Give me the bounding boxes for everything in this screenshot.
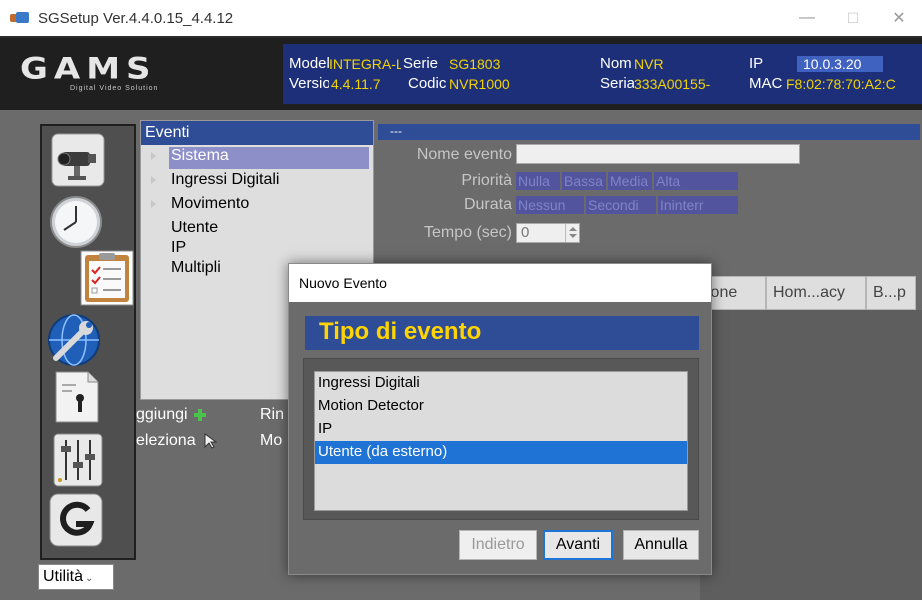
mac-value: F8:02:78:70:A2:C [786,76,896,92]
model-label: Model [289,55,329,72]
priority-label: Priorità [461,172,512,189]
list-item-utente-esterno[interactable]: Utente (da esterno) [315,441,687,464]
nome-label: Nom [600,55,632,72]
cursor-arrow-icon [204,432,218,449]
power-g-icon[interactable] [48,492,104,548]
dialog-title: Nuovo Evento [289,264,711,302]
version-label: Versio [289,75,329,92]
duration-option-nessun[interactable]: Nessun [516,196,584,214]
events-actions: ggiungi Rin eleziona Mo [136,404,296,464]
add-label: ggiungi [136,406,188,423]
plus-icon [193,408,206,421]
priority-option-media[interactable]: Media [608,172,652,190]
expand-arrow-icon[interactable] [151,152,156,160]
mixer-icon[interactable] [50,432,106,488]
app-icon [10,11,30,25]
nome-value: NVR [634,56,664,72]
clock-icon[interactable] [48,194,104,250]
version-value: 4.4.11.7 [331,76,381,92]
ip-label: IP [749,55,764,72]
seriale-label: Seria [600,75,634,92]
window-title: SGSetup Ver.4.4.0.15_4.4.12 [38,9,234,27]
serie-label: Serie [403,55,439,72]
chevron-down-icon: ⌄ [85,573,94,584]
document-icon[interactable] [48,368,104,424]
events-tree-header: Eventi [141,121,373,145]
app-header: GAMS Digital Video Solution Model INTEGR… [0,36,922,110]
time-value: 0 [521,224,530,241]
mac-label: MAC [749,75,783,92]
detail-header: --- [378,124,920,140]
priority-option-nulla[interactable]: Nulla [516,172,560,190]
tree-item-movimento[interactable]: Movimento [141,193,373,217]
tree-item-sistema[interactable]: Sistema [141,145,373,169]
expand-arrow-icon[interactable] [151,200,156,208]
logo-tagline: Digital Video Solution [70,85,159,92]
tree-item-label: Multipli [171,259,221,276]
clipboard-icon[interactable] [80,250,134,306]
maximize-button[interactable]: ☐ [830,0,876,36]
event-type-list[interactable]: Ingressi Digitali Motion Detector IP Ute… [314,371,688,511]
list-item-ip[interactable]: IP [315,418,687,441]
codice-value: NVR1000 [449,76,510,92]
main-toolbar [40,124,136,560]
tree-item-label: Sistema [171,147,229,164]
window-controls: — ☐ ✕ [784,0,922,36]
gams-logo: GAMS Digital Video Solution [20,54,210,96]
tree-item-ingressi-digitali[interactable]: Ingressi Digitali [141,169,373,193]
new-event-dialog: Nuovo Evento Tipo di evento Ingressi Dig… [288,263,712,575]
tab-homeautomation[interactable]: Hom...acy [766,276,866,310]
expand-arrow-icon[interactable] [151,176,156,184]
camera-icon[interactable] [50,132,106,188]
select-event-button[interactable]: eleziona [136,432,218,450]
utilita-dropdown[interactable]: Utilità ⌄ [38,564,114,590]
duration-option-secondi[interactable]: Secondi [586,196,656,214]
rename-label: Rin [260,406,285,423]
duration-option-ininterr[interactable]: Ininterr [658,196,738,214]
ip-value: 10.0.3.20 [797,56,883,72]
time-spinbox[interactable]: 0 [516,223,580,243]
event-name-input[interactable] [516,144,800,164]
codice-label: Codic [408,75,447,92]
cancel-button[interactable]: Annulla [623,530,699,560]
list-item-ingressi-digitali[interactable]: Ingressi Digitali [315,372,687,395]
select-label: eleziona [136,432,196,449]
dialog-body: Tipo di evento Ingressi Digitali Motion … [289,302,711,574]
serie-value: SG1803 [449,56,501,72]
event-name-label: Nome evento [416,146,512,163]
back-button[interactable]: Indietro [459,530,537,560]
globe-wrench-icon[interactable] [46,312,102,368]
rename-event-button[interactable]: Rin [260,406,284,424]
tree-item-label: Movimento [171,195,250,212]
priority-option-alta[interactable]: Alta [654,172,738,190]
next-button[interactable]: Avanti [543,530,613,560]
spin-arrows-icon[interactable] [565,224,579,242]
tab-backup[interactable]: B...p [866,276,916,310]
window-titlebar: SGSetup Ver.4.4.0.15_4.4.12 — ☐ ✕ [0,0,922,36]
utilita-label: Utilità [43,568,84,585]
detail-tabs: ione Hom...acy B...p [700,276,916,310]
logo-text: GAMS [20,52,157,86]
priority-option-bassa[interactable]: Bassa [562,172,606,190]
add-event-button[interactable]: ggiungi [136,406,206,424]
event-type-heading: Tipo di evento [305,316,699,350]
modify-event-button[interactable]: Mo [260,432,282,450]
minimize-button[interactable]: — [784,0,830,36]
tree-item-label: Utente [171,219,219,236]
duration-label: Durata [463,196,512,213]
tree-item-label: Ingressi Digitali [171,171,280,188]
tab-content-area [700,310,922,600]
time-label: Tempo (sec) [423,224,512,241]
tree-item-label: IP [171,239,187,256]
list-item-motion-detector[interactable]: Motion Detector [315,395,687,418]
model-value: INTEGRA-LT- [329,56,401,72]
seriale-value: 333A00155- [634,76,711,92]
event-type-frame: Ingressi Digitali Motion Detector IP Ute… [303,358,699,520]
close-button[interactable]: ✕ [876,0,922,36]
device-info-bar: Model INTEGRA-LT- Versio 4.4.11.7 Serie … [283,44,922,104]
modify-label: Mo [260,432,283,449]
